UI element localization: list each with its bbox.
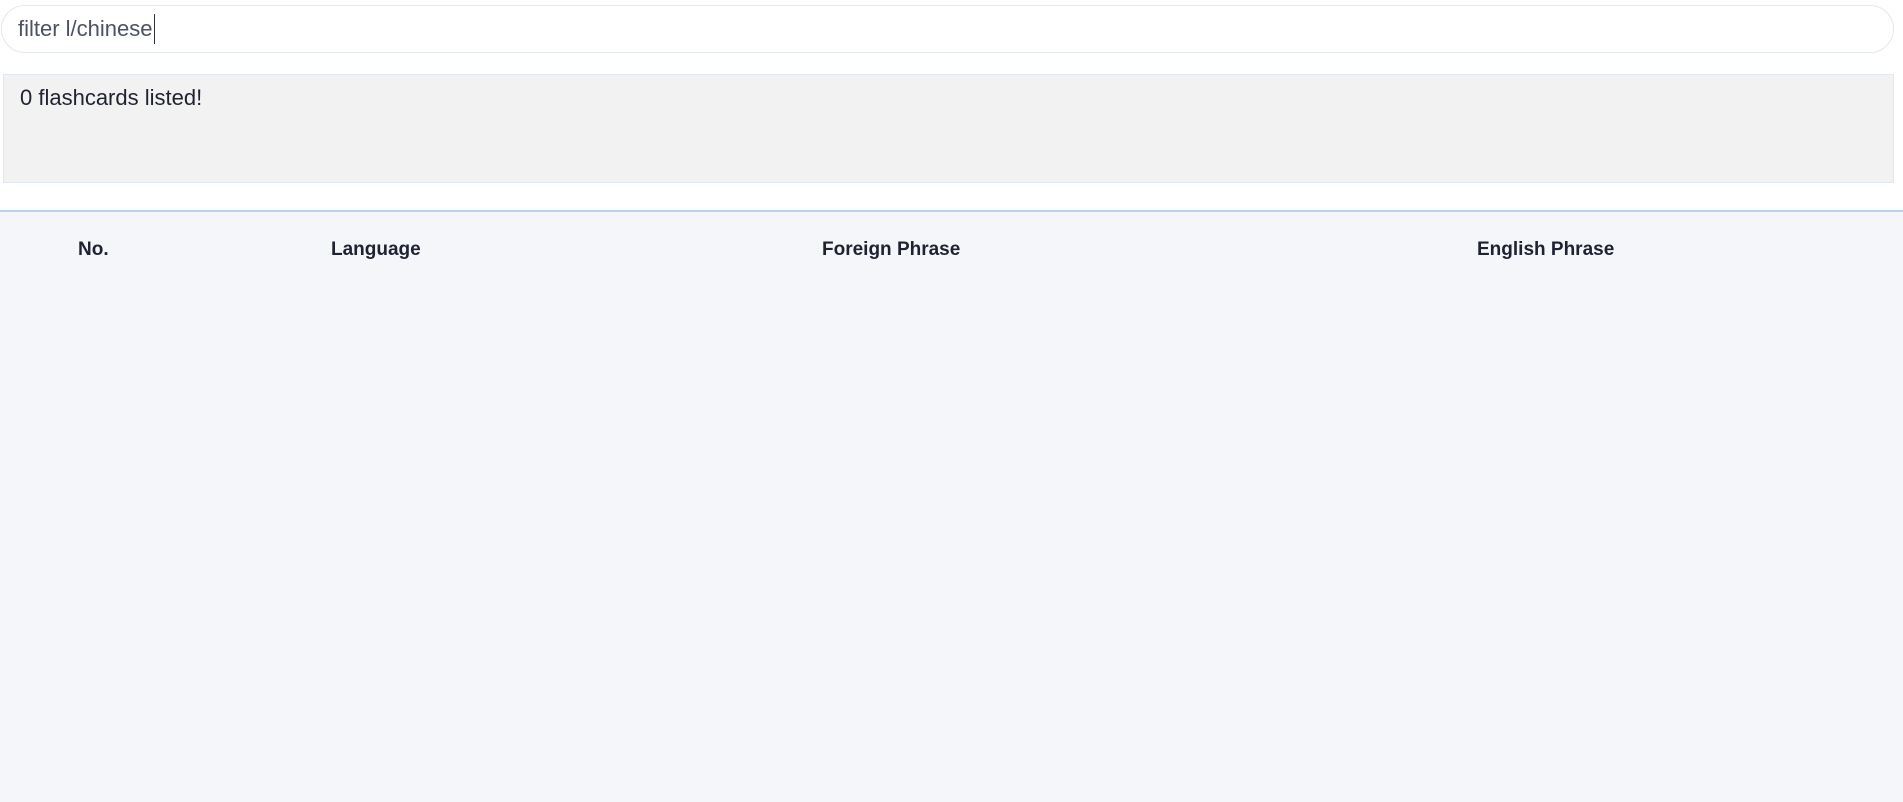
column-header-language: Language [331, 239, 421, 260]
table-header: No. Language Foreign Phrase English Phra… [0, 239, 1903, 265]
flashcard-list-panel: No. Language Foreign Phrase English Phra… [0, 210, 1903, 802]
command-input[interactable]: filter l/chinese [1, 5, 1894, 53]
column-header-foreign-phrase: Foreign Phrase [822, 239, 961, 260]
result-message: 0 flashcards listed! [20, 85, 203, 110]
column-header-number: No. [78, 239, 109, 260]
result-display: 0 flashcards listed! [3, 74, 1894, 183]
column-header-english-phrase: English Phrase [1477, 239, 1615, 260]
command-input-text[interactable]: filter l/chinese [18, 16, 153, 42]
text-caret [153, 14, 155, 44]
